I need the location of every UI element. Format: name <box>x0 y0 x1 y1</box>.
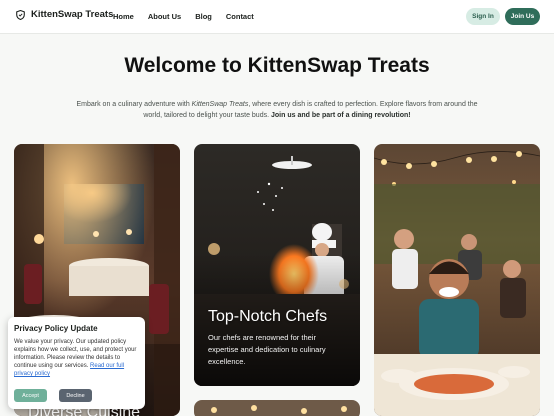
hero-title: Welcome to KittenSwap Treats <box>124 54 430 77</box>
hero-sub-cta: Join us and be part of a dining revoluti… <box>271 112 411 119</box>
accept-button[interactable]: Accept <box>14 389 47 402</box>
hero-sub-brand: KittenSwap Treats <box>191 101 249 108</box>
join-us-button[interactable]: Join Us <box>505 8 540 25</box>
nav-links: Home About Us Blog Contact <box>113 12 254 21</box>
nav-link-blog[interactable]: Blog <box>195 12 212 21</box>
restaurant-image <box>194 400 360 416</box>
hero-subtitle: Embark on a culinary adventure with Kitt… <box>70 99 484 121</box>
feature-card-dining[interactable] <box>374 144 540 416</box>
top-navbar: KittenSwap Treats Home About Us Blog Con… <box>0 0 554 34</box>
feature-card-top-notch-chefs[interactable]: Top-Notch Chefs Our chefs are renowned f… <box>194 144 360 386</box>
brand-name: KittenSwap Treats <box>31 9 114 20</box>
brand[interactable]: KittenSwap Treats <box>16 9 113 20</box>
nav-link-home[interactable]: Home <box>113 12 134 21</box>
nav-link-about-us[interactable]: About Us <box>148 12 181 21</box>
card-title: Top-Notch Chefs <box>208 308 328 325</box>
privacy-policy-banner: Privacy Policy Update We value your priv… <box>8 317 145 409</box>
nav-link-contact[interactable]: Contact <box>226 12 254 21</box>
card-description: Our chefs are renowned for their experti… <box>208 333 326 366</box>
decline-button[interactable]: Decline <box>59 389 92 402</box>
privacy-banner-title: Privacy Policy Update <box>14 324 98 333</box>
sign-in-button[interactable]: Sign In <box>466 8 500 25</box>
hero-sub-text-1: Embark on a culinary adventure with <box>76 101 192 108</box>
feature-card-partial[interactable] <box>194 400 360 416</box>
privacy-banner-text: We value your privacy. Our updated polic… <box>14 338 140 378</box>
shield-icon <box>16 9 25 20</box>
outdoor-dining-image <box>374 144 540 416</box>
